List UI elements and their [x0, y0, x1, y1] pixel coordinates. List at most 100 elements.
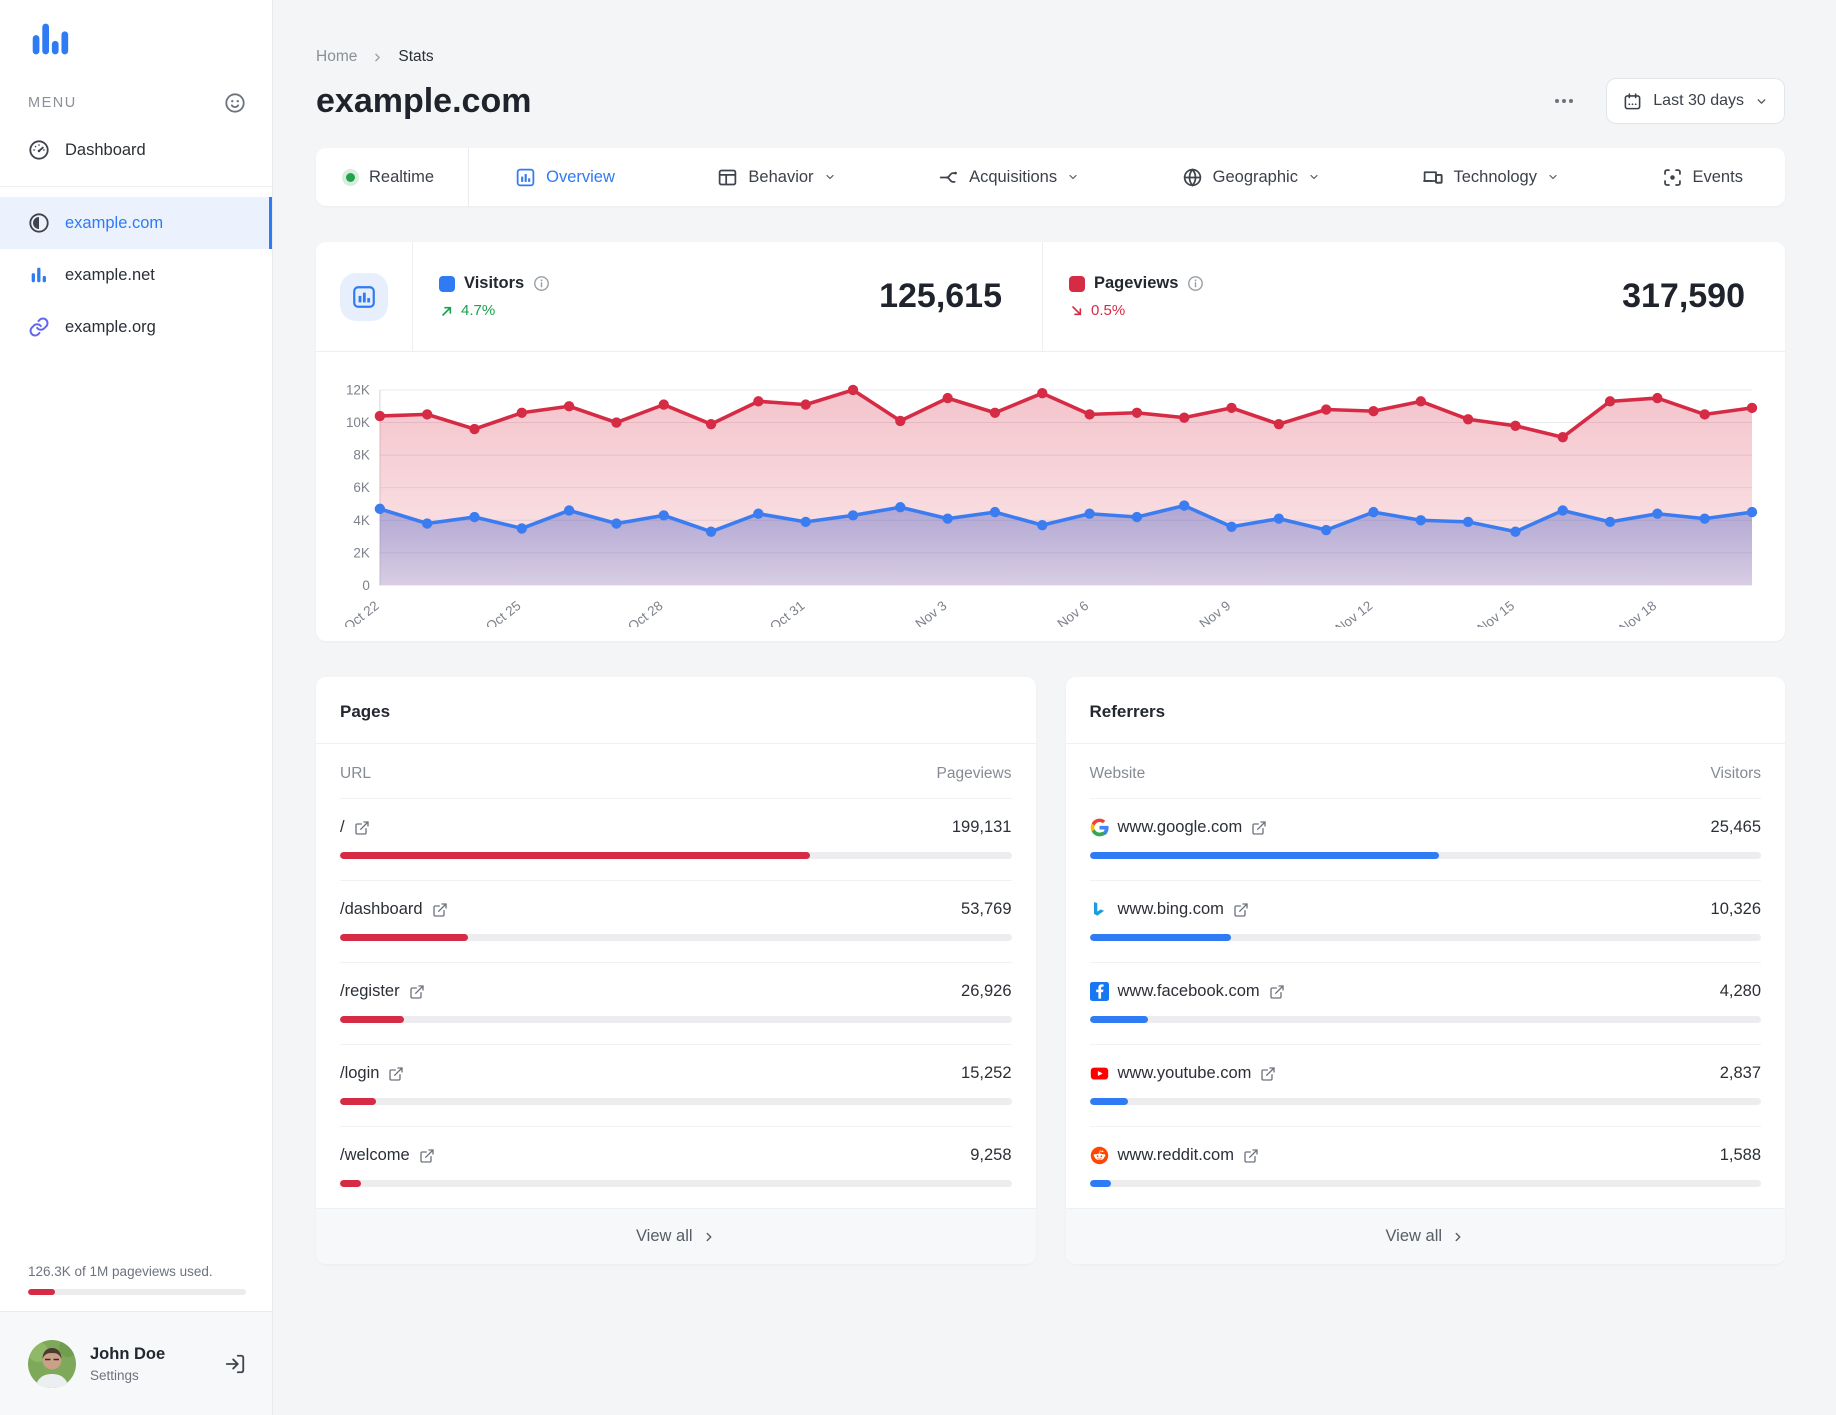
progress-track: [340, 1098, 1012, 1106]
youtube-logo-icon: [1090, 1067, 1108, 1080]
svg-text:0: 0: [362, 578, 369, 593]
pageviews-count: 15,252: [961, 1064, 1012, 1083]
svg-text:Oct 31: Oct 31: [767, 598, 807, 627]
acquisitions-icon: [938, 167, 959, 188]
avatar: [28, 1339, 76, 1388]
external-link-icon[interactable]: [419, 1148, 435, 1164]
external-link-icon[interactable]: [409, 984, 425, 1000]
pages-view-all-button[interactable]: View all: [316, 1208, 1036, 1265]
globe-icon: [1182, 167, 1203, 188]
tab-label: Realtime: [369, 167, 435, 186]
sidebar-site-example-com[interactable]: example.com: [0, 197, 272, 249]
visitors-count: 2,837: [1719, 1064, 1761, 1083]
referrers-card-title: Referrers: [1065, 677, 1785, 745]
external-link-icon[interactable]: [432, 902, 448, 918]
table-row: /login 15,252: [340, 1044, 1012, 1106]
svg-text:4K: 4K: [353, 513, 369, 528]
app-logo-icon[interactable]: [26, 16, 272, 62]
page-url-link[interactable]: /register: [340, 982, 425, 1001]
pageviews-swatch: [1069, 275, 1085, 292]
chevron-down-icon: [1547, 171, 1559, 183]
page-url: /login: [340, 1064, 380, 1083]
visitors-label: Visitors: [464, 274, 525, 292]
external-link-icon[interactable]: [1269, 984, 1285, 1000]
external-link-icon[interactable]: [1233, 902, 1249, 918]
referrer-link[interactable]: www.google.com: [1090, 818, 1268, 837]
tab-geographic[interactable]: Geographic: [1182, 148, 1320, 206]
external-link-icon[interactable]: [388, 1066, 404, 1082]
pageviews-change: 0.5%: [1091, 302, 1126, 319]
page-url-link[interactable]: /: [340, 818, 370, 837]
site-label: example.org: [65, 317, 156, 336]
progress-fill: [1089, 1016, 1148, 1024]
visitors-stat: Visitors 4.7% 125,615: [413, 242, 1043, 351]
overview-icon: [515, 167, 536, 188]
logout-icon[interactable]: [224, 1353, 246, 1375]
more-options-icon[interactable]: [1546, 83, 1582, 119]
pages-card: Pages URL Pageviews / 199,131 /dashboard…: [316, 677, 1036, 1265]
svg-text:12K: 12K: [346, 382, 370, 397]
tab-realtime[interactable]: Realtime: [316, 148, 470, 206]
svg-text:Nov 15: Nov 15: [1474, 598, 1517, 627]
referrer-link[interactable]: www.youtube.com: [1090, 1064, 1277, 1083]
breadcrumb-current: Stats: [398, 48, 434, 65]
breadcrumb-chevron-icon: [371, 51, 384, 64]
external-link-icon[interactable]: [1243, 1148, 1259, 1164]
progress-track: [1089, 1098, 1761, 1106]
chevron-down-icon: [1308, 171, 1320, 183]
progress-fill: [1089, 1180, 1111, 1188]
svg-text:Nov 12: Nov 12: [1333, 598, 1376, 627]
table-row: www.bing.com 10,326: [1089, 880, 1761, 942]
referrer-link[interactable]: www.facebook.com: [1089, 982, 1285, 1002]
smiley-icon[interactable]: [224, 92, 246, 114]
date-range-button[interactable]: Last 30 days: [1606, 78, 1785, 124]
chevron-down-icon: [1067, 171, 1079, 183]
referrers-view-all-button[interactable]: View all: [1065, 1208, 1785, 1265]
referrer-link[interactable]: www.bing.com: [1090, 900, 1249, 919]
sidebar-site-example-net[interactable]: example.net: [0, 249, 272, 301]
external-link-icon[interactable]: [1251, 820, 1267, 836]
progress-track: [340, 1180, 1012, 1188]
breadcrumb: Home Stats: [316, 0, 1785, 66]
breadcrumb-home[interactable]: Home: [316, 48, 357, 66]
tab-label: Acquisitions: [969, 167, 1058, 186]
traffic-chart-svg[interactable]: 12K 10K 8K 6K 4K 2K 0 Oct 22 Oct 25 Oct 28 Oct 31 N…: [328, 376, 1759, 627]
progress-fill: [1089, 934, 1231, 942]
contrast-icon: [28, 212, 50, 234]
referrer-url: www.google.com: [1117, 818, 1243, 837]
sidebar-item-dashboard[interactable]: Dashboard: [0, 124, 272, 176]
svg-text:Nov 6: Nov 6: [1055, 598, 1092, 627]
external-link-icon[interactable]: [354, 820, 370, 836]
progress-fill: [340, 1180, 362, 1188]
tab-technology[interactable]: Technology: [1422, 148, 1558, 206]
devices-icon: [1422, 167, 1444, 188]
info-icon[interactable]: [533, 275, 550, 292]
reddit-logo-icon: [1090, 1147, 1108, 1165]
svg-text:Nov 18: Nov 18: [1616, 598, 1659, 627]
tab-acquisitions[interactable]: Acquisitions: [938, 148, 1079, 206]
usage-track: [28, 1289, 246, 1295]
user-card[interactable]: John Doe Settings: [0, 1311, 272, 1415]
tab-events[interactable]: Events: [1662, 148, 1743, 206]
main-content: Home Stats example.com Last 30 days Real…: [273, 0, 1836, 1415]
trend-down-icon: [1069, 303, 1085, 319]
progress-fill: [340, 1098, 377, 1106]
menu-heading: MENU: [28, 95, 77, 111]
tab-label: Overview: [546, 167, 615, 186]
external-link-icon[interactable]: [1260, 1066, 1276, 1082]
referrer-link[interactable]: www.reddit.com: [1090, 1146, 1259, 1165]
progress-track: [1089, 1016, 1761, 1024]
tab-label: Technology: [1453, 167, 1537, 186]
page-url-link[interactable]: /login: [340, 1064, 404, 1083]
stats-tabbar: Realtime Overview Behavior Acquisitions …: [316, 148, 1785, 206]
sidebar-site-example-org[interactable]: example.org: [0, 301, 272, 353]
page-url-link[interactable]: /welcome: [340, 1146, 435, 1165]
tab-overview[interactable]: Overview: [515, 148, 615, 206]
progress-track: [1089, 934, 1761, 942]
view-all-label: View all: [635, 1227, 693, 1246]
info-icon[interactable]: [1187, 275, 1204, 292]
page-url: /: [340, 818, 345, 837]
visitors-count: 10,326: [1710, 900, 1761, 919]
tab-behavior[interactable]: Behavior: [717, 148, 835, 206]
page-url-link[interactable]: /dashboard: [340, 900, 448, 919]
